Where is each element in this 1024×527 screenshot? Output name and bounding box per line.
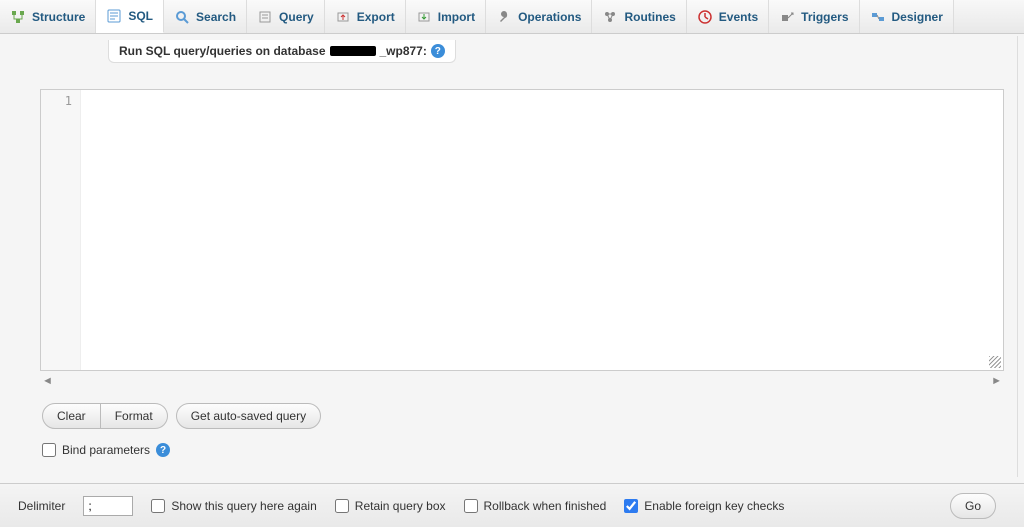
bind-parameters-checkbox[interactable]	[42, 443, 56, 457]
tab-label: Query	[279, 10, 314, 24]
retain-checkbox[interactable]	[335, 499, 349, 513]
tab-label: Export	[357, 10, 395, 24]
rollback-label: Rollback when finished	[484, 499, 607, 513]
tab-query[interactable]: Query	[247, 0, 325, 33]
tab-export[interactable]: Export	[325, 0, 406, 33]
tab-label: Triggers	[801, 10, 848, 24]
tab-sql[interactable]: SQL	[96, 0, 164, 33]
tab-routines[interactable]: Routines	[592, 0, 686, 33]
bind-parameters-label: Bind parameters	[62, 443, 150, 457]
tab-label: SQL	[128, 9, 153, 23]
routines-icon	[602, 9, 618, 25]
export-icon	[335, 9, 351, 25]
designer-icon	[870, 9, 886, 25]
tab-events[interactable]: Events	[687, 0, 769, 33]
format-button[interactable]: Format	[101, 403, 168, 429]
sql-editor[interactable]: 1	[40, 89, 1004, 371]
fk-checkbox[interactable]	[624, 499, 638, 513]
tab-label: Operations	[518, 10, 581, 24]
go-button[interactable]: Go	[950, 493, 996, 519]
clear-button[interactable]: Clear	[42, 403, 101, 429]
prompt-suffix: _wp877:	[380, 44, 427, 58]
delimiter-input[interactable]	[83, 496, 133, 516]
editor-gutter: 1	[41, 90, 81, 370]
clock-icon	[697, 9, 713, 25]
tab-label: Structure	[32, 10, 85, 24]
search-icon	[174, 9, 190, 25]
tab-label: Designer	[892, 10, 943, 24]
fk-label: Enable foreign key checks	[644, 499, 784, 513]
help-icon[interactable]: ?	[431, 44, 445, 58]
delimiter-label: Delimiter	[18, 499, 65, 513]
show-again-option[interactable]: Show this query here again	[151, 499, 316, 513]
tab-search[interactable]: Search	[164, 0, 247, 33]
tab-label: Events	[719, 10, 758, 24]
prompt-prefix: Run SQL query/queries on database	[119, 44, 326, 58]
tab-triggers[interactable]: Triggers	[769, 0, 859, 33]
line-number: 1	[41, 94, 72, 108]
structure-icon	[10, 9, 26, 25]
editor-code-area[interactable]	[81, 90, 1003, 370]
rollback-option[interactable]: Rollback when finished	[464, 499, 607, 513]
resize-handle[interactable]	[989, 356, 1001, 368]
bind-parameters-row: Bind parameters ?	[42, 443, 1004, 457]
tab-designer[interactable]: Designer	[860, 0, 954, 33]
wrench-icon	[496, 9, 512, 25]
show-again-label: Show this query here again	[171, 499, 316, 513]
get-autosaved-button[interactable]: Get auto-saved query	[176, 403, 321, 429]
retain-option[interactable]: Retain query box	[335, 499, 446, 513]
fk-option[interactable]: Enable foreign key checks	[624, 499, 784, 513]
bottom-bar: Delimiter Show this query here again Ret…	[0, 483, 1024, 527]
run-query-prompt: Run SQL query/queries on database _wp877…	[108, 40, 456, 63]
tab-label: Routines	[624, 10, 675, 24]
tab-import[interactable]: Import	[406, 0, 486, 33]
tab-structure[interactable]: Structure	[0, 0, 96, 33]
show-again-checkbox[interactable]	[151, 499, 165, 513]
import-icon	[416, 9, 432, 25]
sql-tab-content: Run SQL query/queries on database _wp877…	[0, 34, 1024, 457]
database-name-redacted	[330, 46, 376, 56]
sql-icon	[106, 8, 122, 24]
scroll-left-icon[interactable]: ◄	[42, 375, 53, 389]
scroll-right-icon[interactable]: ►	[991, 375, 1002, 389]
tab-label: Import	[438, 10, 475, 24]
rollback-checkbox[interactable]	[464, 499, 478, 513]
tab-label: Search	[196, 10, 236, 24]
triggers-icon	[779, 9, 795, 25]
retain-label: Retain query box	[355, 499, 446, 513]
help-icon[interactable]: ?	[156, 443, 170, 457]
tab-operations[interactable]: Operations	[486, 0, 592, 33]
top-tab-bar: Structure SQL Search Query Export Import	[0, 0, 1024, 34]
query-icon	[257, 9, 273, 25]
editor-buttons: Clear Format Get auto-saved query	[42, 403, 1004, 429]
